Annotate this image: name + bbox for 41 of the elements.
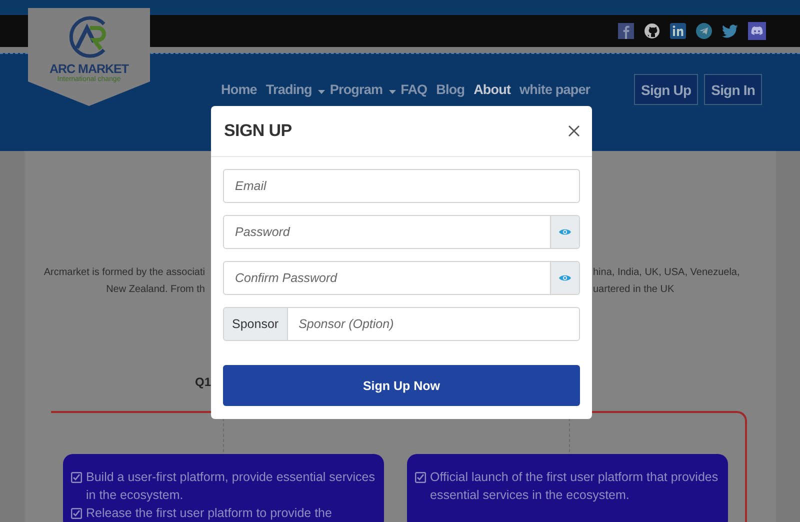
checkbox-icon — [71, 508, 82, 519]
nav-link[interactable]: Trading — [266, 82, 312, 97]
checkbox-icon — [71, 472, 82, 483]
milestone-text: Official launch of the first user platform that provides essential services in the ecosystem. — [430, 469, 720, 504]
sponsor-field[interactable]: Sponsor (Option) — [286, 307, 580, 341]
nav-link[interactable]: Blog — [436, 82, 465, 97]
dialog-title: SIGN UP — [224, 121, 292, 141]
logo-text: ARC MARKET — [49, 62, 129, 76]
nav-link[interactable]: Program — [330, 82, 383, 97]
close-icon[interactable] — [568, 125, 580, 137]
show-password-button[interactable] — [551, 261, 580, 295]
quarter-label: Q1 — [195, 375, 212, 389]
discord-icon[interactable] — [748, 22, 766, 40]
facebook-icon[interactable] — [618, 23, 634, 39]
nav-link[interactable]: About — [474, 82, 511, 97]
nav-link[interactable]: white paper — [520, 82, 590, 97]
header-button[interactable]: Sign Up — [634, 74, 698, 105]
milestone-text: Release the first user platform to provide the — [86, 505, 332, 522]
intro-text: uartered in the UK — [593, 283, 676, 297]
eye-icon — [559, 274, 571, 282]
sign-up-now-button[interactable]: Sign Up Now — [223, 365, 580, 406]
telegram-icon[interactable] — [696, 23, 712, 39]
password-field[interactable]: Confirm Password — [223, 261, 551, 295]
caret-icon[interactable] — [388, 90, 396, 94]
email-field[interactable]: Email — [223, 169, 580, 203]
caret-icon[interactable] — [318, 90, 325, 94]
nav-link[interactable]: FAQ — [400, 82, 428, 97]
sponsor-label: Sponsor — [223, 307, 287, 341]
bird-icon[interactable] — [722, 23, 738, 39]
checkbox-icon — [415, 472, 426, 483]
milestone-text: Build a user-first platform, provide essential services in the ecosystem. — [86, 469, 376, 504]
password-field[interactable]: Password — [223, 215, 551, 249]
linkedin-icon[interactable] — [670, 23, 686, 39]
show-password-button[interactable] — [551, 215, 580, 249]
intro-text: Arcmarket is formed by the associati — [42, 266, 205, 280]
header-button[interactable]: Sign In — [704, 74, 762, 105]
intro-text: hina, India, UK, USA, Venezuela, — [593, 266, 741, 280]
nav-link[interactable]: Home — [221, 82, 257, 97]
intro-text: New Zealand. From th — [105, 283, 205, 297]
github-icon[interactable] — [644, 23, 660, 39]
eye-icon — [559, 228, 571, 236]
